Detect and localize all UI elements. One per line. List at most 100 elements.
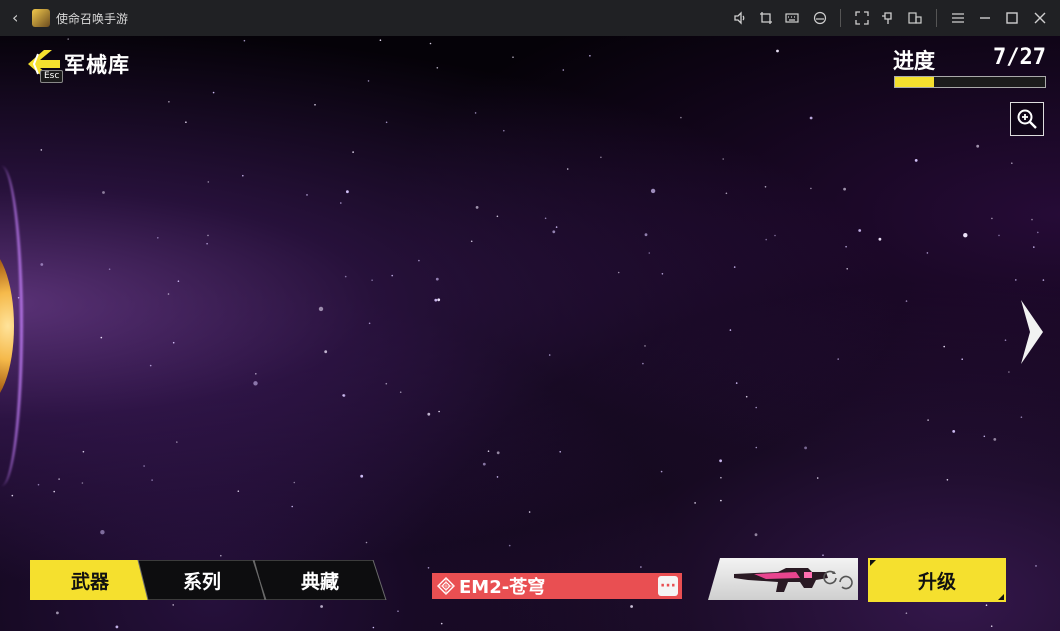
tab-weapons-label: 武器 <box>70 570 109 593</box>
star <box>990 625 993 627</box>
star <box>11 494 14 497</box>
gamepad-icon[interactable] <box>810 8 830 28</box>
star <box>438 410 440 413</box>
star <box>993 438 997 441</box>
tab-collection[interactable]: 典藏 <box>254 560 386 600</box>
star <box>680 116 682 119</box>
minimize-icon[interactable] <box>975 8 995 28</box>
star <box>482 462 486 466</box>
star <box>719 459 722 463</box>
star <box>963 233 968 238</box>
multi-window-icon[interactable] <box>905 8 925 28</box>
zoom-button[interactable] <box>1010 102 1044 136</box>
star <box>100 336 103 339</box>
weapon-name: EM2-苍穹 <box>459 577 546 598</box>
maximize-icon[interactable] <box>1002 8 1022 28</box>
star <box>720 499 722 502</box>
star <box>1015 279 1017 281</box>
star <box>998 234 1000 237</box>
star <box>172 604 174 606</box>
fullscreen-icon[interactable] <box>852 8 872 28</box>
weapon-preview-card[interactable] <box>708 558 858 600</box>
star <box>340 202 342 204</box>
star <box>617 271 620 274</box>
star <box>346 190 349 194</box>
star <box>927 419 929 421</box>
upgrade-button[interactable]: 升级 <box>868 558 1006 602</box>
star <box>496 451 500 455</box>
star <box>843 187 846 191</box>
star <box>168 101 170 103</box>
star <box>367 80 370 82</box>
star <box>660 470 663 473</box>
star <box>368 322 371 325</box>
star <box>774 234 776 237</box>
star <box>206 242 208 245</box>
star <box>946 479 949 481</box>
star <box>555 226 558 228</box>
more-options-button[interactable]: ··· <box>658 576 678 596</box>
star <box>735 382 738 384</box>
star <box>82 450 85 453</box>
star <box>397 610 399 612</box>
star <box>372 626 375 629</box>
star <box>644 345 646 347</box>
star <box>37 483 40 486</box>
star <box>360 474 364 478</box>
star <box>207 234 209 237</box>
star <box>470 240 473 243</box>
star <box>559 451 561 453</box>
star <box>40 149 43 151</box>
star <box>755 446 758 449</box>
star <box>508 544 511 547</box>
next-weapon-button[interactable] <box>1018 298 1046 366</box>
star <box>56 611 59 615</box>
tab-series[interactable]: 系列 <box>138 560 266 600</box>
star <box>342 394 346 397</box>
tab-collection-label: 典藏 <box>300 570 339 593</box>
star <box>391 274 394 277</box>
esc-key-badge: Esc <box>40 70 64 83</box>
star <box>566 168 569 170</box>
progress-label: 进度 <box>893 49 935 73</box>
zoom-in-icon <box>1017 109 1037 129</box>
menu-icon[interactable] <box>948 8 968 28</box>
star <box>435 277 439 281</box>
crop-icon[interactable] <box>756 8 776 28</box>
star <box>418 259 420 262</box>
star <box>1020 416 1023 419</box>
window-titlebar: ‹ 使命召唤手游 <box>0 0 1060 36</box>
star <box>733 266 736 268</box>
tab-weapons[interactable]: 武器 <box>30 560 150 600</box>
star <box>58 478 60 480</box>
star <box>943 345 945 348</box>
star <box>765 238 767 241</box>
star <box>985 604 988 606</box>
chevron-left-icon[interactable]: ‹ <box>12 8 18 27</box>
star <box>237 490 240 493</box>
star <box>149 364 152 367</box>
keyboard-icon[interactable] <box>782 8 802 28</box>
toolbar-divider <box>936 9 937 27</box>
star <box>589 55 591 57</box>
star <box>776 49 779 53</box>
star <box>207 181 210 183</box>
star <box>846 268 848 270</box>
weapon-name-bar[interactable]: EM2-苍穹 ··· <box>432 573 682 599</box>
star <box>926 252 929 254</box>
star <box>475 206 479 209</box>
star <box>167 293 170 295</box>
close-icon[interactable] <box>1030 8 1050 28</box>
star <box>385 382 388 385</box>
star <box>878 237 882 241</box>
star <box>1011 162 1013 164</box>
pin-icon[interactable] <box>878 8 898 28</box>
star <box>176 441 178 443</box>
star <box>177 280 180 282</box>
volume-icon[interactable] <box>730 8 750 28</box>
star <box>722 158 724 160</box>
star <box>371 279 373 281</box>
star <box>562 69 565 71</box>
star <box>952 430 956 433</box>
star <box>53 490 55 493</box>
